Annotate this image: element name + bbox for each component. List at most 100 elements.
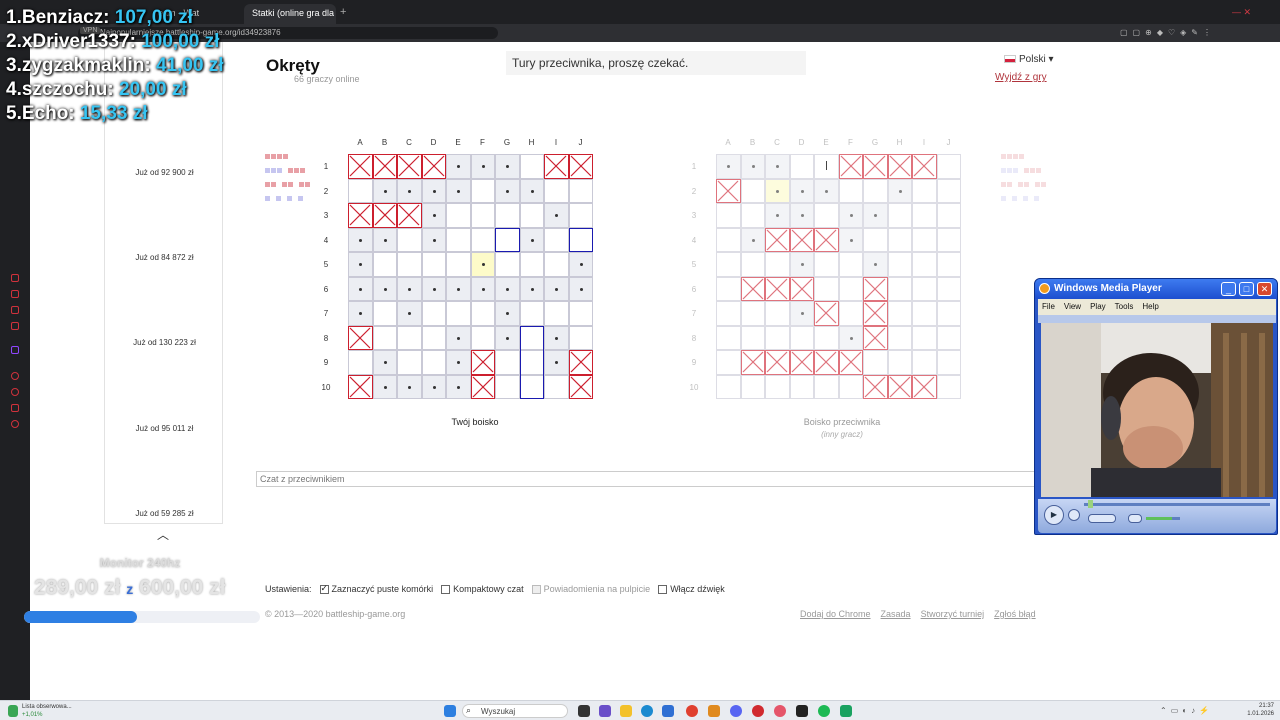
- ad-price[interactable]: Już od 95 011 zł: [105, 424, 224, 433]
- board-cell[interactable]: [863, 350, 888, 375]
- board-cell[interactable]: [470, 178, 495, 203]
- setting-option[interactable]: Powiadomienia na pulpicie: [524, 584, 650, 595]
- board-cell[interactable]: [740, 374, 765, 399]
- board-cell[interactable]: [446, 276, 471, 301]
- board-cell[interactable]: [740, 252, 765, 277]
- board-cell[interactable]: [814, 203, 839, 228]
- board-cell[interactable]: [397, 325, 422, 350]
- board-cell[interactable]: [397, 227, 422, 252]
- board-cell[interactable]: [519, 252, 544, 277]
- board-cell[interactable]: [814, 276, 839, 301]
- menu-item[interactable]: View: [1064, 302, 1081, 311]
- board-cell[interactable]: [568, 276, 593, 301]
- board-cell[interactable]: [495, 276, 520, 301]
- board-cell[interactable]: [912, 178, 937, 203]
- board-cell[interactable]: [348, 178, 373, 203]
- board-cell[interactable]: [838, 325, 863, 350]
- board-cell[interactable]: [421, 252, 446, 277]
- menu-item[interactable]: Tools: [1115, 302, 1134, 311]
- sidebar-app-icon[interactable]: [11, 372, 19, 380]
- board-cell[interactable]: [887, 301, 912, 326]
- board-cell[interactable]: [446, 203, 471, 228]
- board-cell[interactable]: [397, 276, 422, 301]
- board-cell[interactable]: [372, 301, 397, 326]
- menu-item[interactable]: File: [1042, 302, 1055, 311]
- seek-bar[interactable]: [1084, 503, 1270, 506]
- board-cell[interactable]: [446, 154, 471, 179]
- board-cell[interactable]: [397, 301, 422, 326]
- board-cell[interactable]: [421, 301, 446, 326]
- prev-next-buttons[interactable]: [1088, 514, 1116, 523]
- app-icon[interactable]: [840, 705, 852, 717]
- board-cell[interactable]: [716, 252, 741, 277]
- minimize-button[interactable]: _: [1221, 282, 1236, 296]
- board-cell[interactable]: [348, 252, 373, 277]
- ad-price[interactable]: Już od 84 872 zł: [105, 253, 224, 262]
- board-cell[interactable]: [887, 350, 912, 375]
- board-cell[interactable]: [838, 178, 863, 203]
- board-cell[interactable]: [936, 301, 961, 326]
- window-controls-icon[interactable]: — ✕: [1232, 7, 1262, 18]
- maximize-button[interactable]: □: [1239, 282, 1254, 296]
- board-cell[interactable]: [568, 252, 593, 277]
- board-cell[interactable]: [789, 252, 814, 277]
- board-cell[interactable]: [740, 178, 765, 203]
- board-cell[interactable]: [814, 374, 839, 399]
- board-cell[interactable]: [936, 325, 961, 350]
- language-select[interactable]: Polski ▾: [1004, 54, 1053, 65]
- watchlist-widget[interactable]: Lista obserwowa... +1,01%: [22, 703, 72, 719]
- sidebar-app-icon[interactable]: [11, 404, 19, 412]
- board-cell[interactable]: [716, 276, 741, 301]
- board-cell[interactable]: [912, 227, 937, 252]
- board-cell[interactable]: [495, 178, 520, 203]
- chrome-icon[interactable]: [686, 705, 698, 717]
- new-tab-icon[interactable]: +: [340, 6, 346, 18]
- board-cell[interactable]: [716, 227, 741, 252]
- board-cell[interactable]: [887, 252, 912, 277]
- board-cell[interactable]: [936, 227, 961, 252]
- board-cell[interactable]: [887, 227, 912, 252]
- app-icon[interactable]: [662, 705, 674, 717]
- board-cell[interactable]: [789, 325, 814, 350]
- board-cell[interactable]: [421, 227, 446, 252]
- board-cell[interactable]: [863, 252, 888, 277]
- board-cell[interactable]: [372, 276, 397, 301]
- board-cell[interactable]: [936, 252, 961, 277]
- task-view-icon[interactable]: [578, 705, 590, 717]
- setting-option[interactable]: Zaznaczyć puste komórki: [312, 583, 433, 595]
- board-cell[interactable]: [936, 178, 961, 203]
- board-cell[interactable]: [814, 325, 839, 350]
- app-icon[interactable]: [708, 705, 720, 717]
- board-cell[interactable]: [765, 301, 790, 326]
- board-cell[interactable]: [495, 301, 520, 326]
- board-cell[interactable]: [348, 276, 373, 301]
- board-cell[interactable]: [789, 301, 814, 326]
- edge-icon[interactable]: [641, 705, 653, 717]
- board-cell[interactable]: [544, 227, 569, 252]
- board-cell[interactable]: [740, 325, 765, 350]
- board-cell[interactable]: [544, 325, 569, 350]
- ad-price[interactable]: Już od 130 223 zł: [105, 338, 224, 347]
- board-cell[interactable]: [838, 227, 863, 252]
- board-cell[interactable]: [495, 203, 520, 228]
- footer-link[interactable]: Dodaj do Chrome: [800, 609, 871, 619]
- board-cell[interactable]: [519, 178, 544, 203]
- board-cell[interactable]: [495, 325, 520, 350]
- play-button[interactable]: ▶: [1044, 505, 1064, 525]
- board-cell[interactable]: [470, 325, 495, 350]
- folder-icon[interactable]: [620, 705, 632, 717]
- board-cell[interactable]: [421, 203, 446, 228]
- board-cell[interactable]: [372, 252, 397, 277]
- board-cell[interactable]: [495, 252, 520, 277]
- board-cell[interactable]: [765, 325, 790, 350]
- board-cell[interactable]: [470, 154, 495, 179]
- board-cell[interactable]: [544, 374, 569, 399]
- board-cell[interactable]: [446, 227, 471, 252]
- checkbox[interactable]: [658, 585, 668, 595]
- board-cell[interactable]: [740, 301, 765, 326]
- board-cell[interactable]: [348, 301, 373, 326]
- board-cell[interactable]: [397, 350, 422, 375]
- board-cell[interactable]: [936, 276, 961, 301]
- board-cell[interactable]: [544, 350, 569, 375]
- tab-active[interactable]: Statki (online gra dla dwó: [244, 4, 336, 24]
